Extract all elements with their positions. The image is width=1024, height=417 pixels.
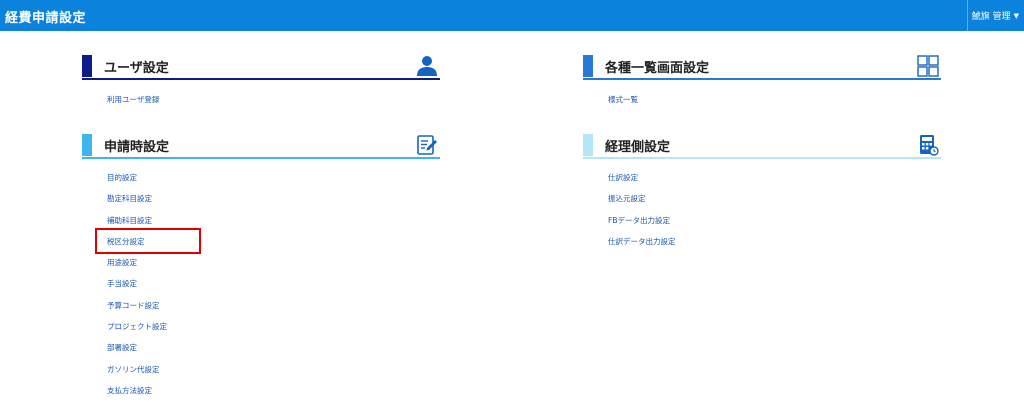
section-accent-bar <box>82 55 92 77</box>
user-icon <box>417 56 437 76</box>
link-department[interactable]: 部署設定 <box>107 337 167 358</box>
grid-icon <box>917 55 939 77</box>
user-menu-label: 鯱旗 管理 <box>971 12 1011 22</box>
section-title: 各種一覧画面設定 <box>605 61 710 76</box>
edit-document-icon <box>417 135 437 155</box>
link-journal-export[interactable]: 仕訳データ出力設定 <box>608 231 676 252</box>
section-header: 経理側設定 <box>583 134 941 159</box>
link-list: 目的設定 勘定科目設定 補助科目設定 税区分設定 用途設定 手当設定 予算コード… <box>107 167 167 401</box>
link-allowance[interactable]: 手当設定 <box>107 273 167 294</box>
section-header: ユーザ設定 <box>82 55 440 80</box>
link-project[interactable]: プロジェクト設定 <box>107 316 167 337</box>
link-form-list[interactable]: 様式一覧 <box>608 89 638 110</box>
section-header: 各種一覧画面設定 <box>583 55 941 80</box>
link-transfer-source[interactable]: 振込元設定 <box>608 188 676 209</box>
section-underline <box>82 157 440 159</box>
link-gasoline[interactable]: ガソリン代設定 <box>107 359 167 380</box>
top-bar: 経費申請設定 鯱旗 管理 ▼ <box>0 0 1024 31</box>
highlight-box <box>95 228 201 254</box>
section-title: 申請時設定 <box>104 140 170 155</box>
link-list: 利用ユーザ登録 <box>107 89 159 110</box>
link-list: 仕訳設定 振込元設定 FBデータ出力設定 仕訳データ出力設定 <box>608 167 676 252</box>
link-journal[interactable]: 仕訳設定 <box>608 167 676 188</box>
calculator-icon <box>920 135 939 156</box>
section-header: 申請時設定 <box>82 134 440 159</box>
link-usage[interactable]: 用途設定 <box>107 252 167 273</box>
link-purpose[interactable]: 目的設定 <box>107 167 167 188</box>
section-title: 経理側設定 <box>605 140 671 155</box>
section-user-settings: ユーザ設定 利用ユーザ登録 <box>82 55 440 104</box>
section-underline <box>583 157 941 159</box>
section-accounting-settings: 経理側設定 仕訳設定 振込元設定 FBデータ出力設定 仕訳データ出力設定 <box>583 134 941 246</box>
link-fb-export[interactable]: FBデータ出力設定 <box>608 210 676 231</box>
section-accent-bar <box>583 134 593 156</box>
link-list: 様式一覧 <box>608 89 638 110</box>
user-menu[interactable]: 鯱旗 管理 ▼ <box>966 0 1024 31</box>
section-list-screen-settings: 各種一覧画面設定 様式一覧 <box>583 55 941 104</box>
section-title: ユーザ設定 <box>104 61 169 76</box>
link-payment-method[interactable]: 支払方法設定 <box>107 380 167 401</box>
section-accent-bar <box>82 134 92 156</box>
section-underline <box>82 78 440 80</box>
link-account-title[interactable]: 勘定科目設定 <box>107 188 167 209</box>
section-underline <box>583 78 941 80</box>
app-title: 経費申請設定 <box>5 11 87 26</box>
section-application-settings: 申請時設定 目的設定 勘定科目設定 補助科目設定 税区分設定 用途設定 手当設定… <box>82 134 440 395</box>
link-budget-code[interactable]: 予算コード設定 <box>107 295 167 316</box>
section-accent-bar <box>583 55 593 77</box>
link-user-registration[interactable]: 利用ユーザ登録 <box>107 89 159 110</box>
chevron-down-icon: ▼ <box>1013 11 1019 20</box>
